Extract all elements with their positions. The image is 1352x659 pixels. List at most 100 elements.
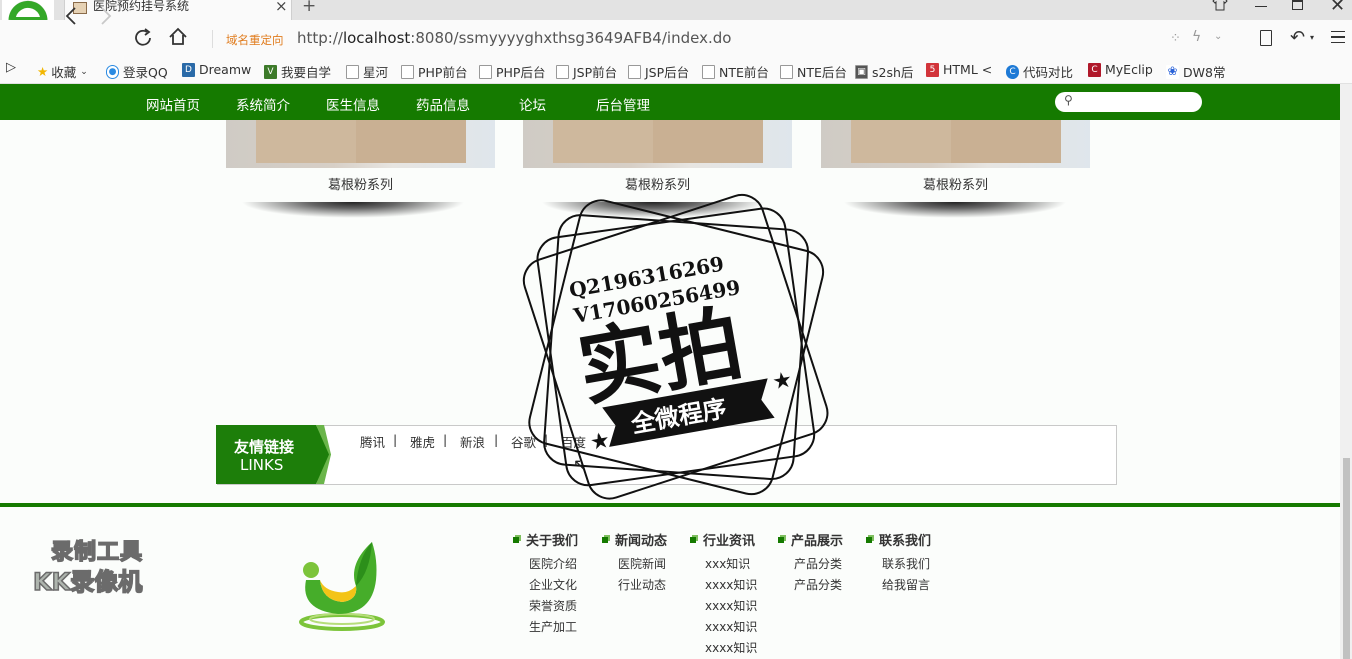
links-title-cn: 友情链接 — [234, 438, 295, 456]
shirt-icon[interactable] — [1212, 0, 1228, 15]
footer-link[interactable]: xxx知识 — [705, 555, 750, 572]
bookmark-item[interactable]: C MyEclip — [1088, 62, 1153, 77]
star-icon: ★ — [37, 64, 49, 79]
page-icon — [479, 64, 492, 79]
minimize-icon[interactable] — [1255, 6, 1267, 7]
footer-link[interactable]: 企业文化 — [529, 576, 577, 593]
url-host: localhost — [342, 29, 411, 47]
restore-icon[interactable] — [1292, 0, 1303, 10]
bookmark-item[interactable]: JSP后台 — [628, 62, 689, 81]
cursor-icon: ↖ — [573, 455, 587, 474]
chevron-down-icon[interactable]: ⌄ — [1214, 31, 1222, 42]
html-icon: 5 — [926, 62, 939, 77]
paw-icon: ❀ — [1166, 63, 1179, 79]
back-icon[interactable] — [64, 6, 78, 31]
dreamweaver-icon: D — [182, 62, 195, 77]
footer-link[interactable]: 行业动态 — [618, 576, 666, 593]
site-icon: V — [264, 64, 277, 79]
footer-divider — [0, 503, 1340, 507]
link-sina[interactable]: 新浪 — [460, 432, 485, 451]
compare-icon: C — [1006, 64, 1019, 79]
bookmark-item[interactable]: 5 HTML < — [926, 62, 992, 77]
bookmark-item[interactable]: NTE后台 — [780, 62, 847, 81]
bookmark-item[interactable]: ❀ DW8常 — [1166, 62, 1225, 81]
bookmark-item[interactable]: NTE前台 — [702, 62, 769, 81]
lightning-icon[interactable]: ϟ — [1192, 29, 1201, 45]
footer-link[interactable]: 给我留言 — [882, 576, 930, 593]
tab-close-icon[interactable]: × — [275, 0, 288, 15]
bookmark-item[interactable]: PHP后台 — [479, 62, 545, 81]
undo-icon[interactable]: ↶ — [1290, 27, 1305, 48]
footer-link[interactable]: 生产加工 — [529, 618, 577, 635]
undo-dropdown-icon[interactable]: ▾ — [1310, 33, 1314, 42]
bookmark-item[interactable]: ★ 收藏 ⌄ — [37, 62, 88, 81]
search-icon: ⚲ — [1064, 93, 1073, 107]
footer-heading-industry[interactable]: 行业资讯 — [690, 530, 755, 549]
page-icon — [780, 64, 793, 79]
stamp-watermark: Q2196316269 V17060256499 实拍 全微程序 ★ ★ — [522, 193, 829, 500]
search-input[interactable]: ⚲ — [1055, 92, 1202, 112]
product-caption[interactable]: 葛根粉系列 — [821, 174, 1090, 193]
bookmark-item[interactable]: PHP前台 — [401, 62, 467, 81]
bookmark-item[interactable]: ● 登录QQ — [106, 62, 168, 81]
new-tab-button[interactable]: + — [302, 0, 316, 16]
footer-link[interactable]: xxxx知识 — [705, 576, 757, 593]
scrollbar-thumb[interactable] — [1343, 458, 1350, 659]
footer-link[interactable]: 荣誉资质 — [529, 597, 577, 614]
home-icon[interactable] — [168, 27, 188, 52]
nav-medicine[interactable]: 药品信息 — [416, 94, 470, 114]
link-tencent[interactable]: 腾讯 — [360, 432, 385, 451]
menu-icon[interactable] — [1331, 31, 1345, 43]
footer-link[interactable]: 医院新闻 — [618, 555, 666, 572]
url-field[interactable]: http://localhost:8080/ssmyyyyghxthsg3649… — [297, 29, 731, 47]
window-close-icon[interactable]: ✕ — [1330, 0, 1345, 16]
link-yahoo[interactable]: 雅虎 — [410, 432, 435, 451]
product-image[interactable] — [821, 120, 1090, 168]
bookmark-item[interactable]: JSP前台 — [556, 62, 617, 81]
footer-link[interactable]: 产品分类 — [794, 555, 842, 572]
link-separator: | — [494, 432, 499, 447]
sidebar-toggle-icon[interactable]: ▷ — [6, 60, 16, 75]
star-icon: ★ — [588, 428, 612, 456]
footer-link[interactable]: xxxx知识 — [705, 618, 757, 635]
page-icon — [401, 64, 414, 79]
footer-link[interactable]: xxxx知识 — [705, 597, 757, 614]
page-icon — [702, 64, 715, 79]
nav-intro[interactable]: 系统简介 — [236, 94, 290, 114]
bookmark-item[interactable]: V 我要自学 — [264, 62, 331, 81]
link-separator: | — [443, 432, 448, 447]
footer-link[interactable]: 联系我们 — [882, 555, 930, 572]
grid-icon[interactable]: ⁘ — [1170, 31, 1181, 46]
product-image[interactable] — [523, 120, 792, 168]
footer-heading-products[interactable]: 产品展示 — [778, 530, 843, 549]
bookmark-item[interactable]: C 代码对比 — [1006, 62, 1073, 81]
forward-icon[interactable] — [99, 6, 113, 31]
product-image[interactable] — [226, 120, 495, 168]
bookmark-item[interactable]: 星河 — [346, 62, 388, 81]
footer-heading-contact[interactable]: 联系我们 — [866, 530, 931, 549]
product-shadow — [241, 202, 465, 218]
reload-icon[interactable] — [132, 27, 154, 54]
qq-icon: ● — [106, 64, 119, 79]
recorder-watermark: 录制工具 KK录像机 — [32, 534, 169, 597]
footer-link[interactable]: xxxx知识 — [705, 639, 757, 656]
nav-forum[interactable]: 论坛 — [519, 94, 546, 114]
image-icon: ▣ — [855, 64, 868, 79]
page-icon — [628, 64, 641, 79]
nav-home[interactable]: 网站首页 — [146, 94, 200, 114]
product-caption[interactable]: 葛根粉系列 — [226, 174, 495, 193]
nav-doctors[interactable]: 医生信息 — [326, 94, 380, 114]
product-shadow — [843, 202, 1067, 218]
bookmark-item[interactable]: ▣ s2sh后 — [855, 62, 913, 81]
myeclipse-icon: C — [1088, 62, 1101, 77]
footer-link[interactable]: 医院介绍 — [529, 555, 577, 572]
page-icon — [556, 64, 569, 79]
footer-heading-about[interactable]: 关于我们 — [513, 530, 578, 549]
footer-heading-news[interactable]: 新闻动态 — [602, 530, 667, 549]
links-title-en: LINKS — [240, 456, 284, 474]
footer-link[interactable]: 产品分类 — [794, 576, 842, 593]
friend-links-tag: 友情链接 LINKS — [216, 425, 331, 484]
nav-admin[interactable]: 后台管理 — [596, 94, 650, 114]
bookmark-item[interactable]: D Dreamw — [182, 62, 251, 77]
reading-mode-icon[interactable] — [1260, 30, 1272, 46]
